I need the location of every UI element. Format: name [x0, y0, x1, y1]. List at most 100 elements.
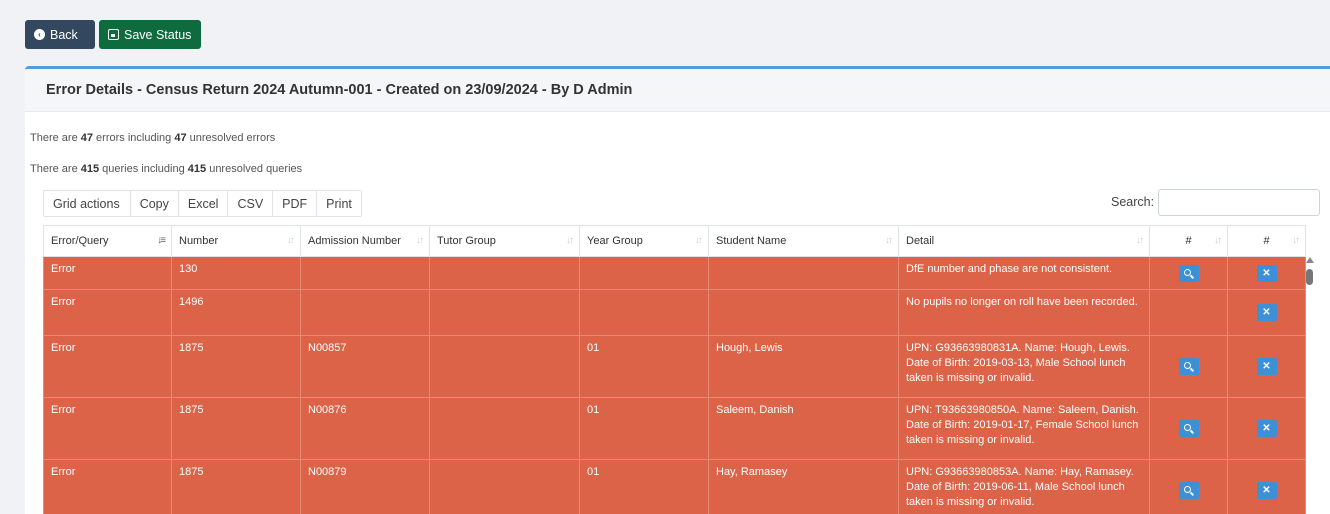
cell-admission [300, 256, 430, 290]
toolbar: ‹ Back Save Status [25, 20, 201, 49]
copy-button[interactable]: Copy [130, 191, 179, 216]
search-label: Search: [1111, 195, 1155, 209]
errors-unresolved-count: 47 [174, 132, 187, 144]
cell-admission [300, 289, 430, 336]
col-label: Student Name [716, 235, 787, 247]
sort-icon: ↓↑ [1136, 235, 1144, 246]
cell-admission: N00857 [300, 335, 430, 398]
search-icon [1184, 424, 1191, 431]
cell-year [579, 289, 709, 336]
col-student-name[interactable]: Student Name ↓↑ [708, 225, 899, 257]
print-button[interactable]: Print [317, 191, 361, 216]
cell-year: 01 [579, 335, 709, 398]
col-label: Admission Number [308, 235, 401, 247]
cell-detail: DfE number and phase are not consistent. [898, 256, 1150, 290]
close-icon: ✕ [1262, 485, 1271, 496]
col-view[interactable]: # ↓↑ [1149, 225, 1228, 257]
view-button[interactable] [1178, 264, 1199, 282]
view-button[interactable] [1178, 420, 1199, 437]
close-icon: ✕ [1262, 423, 1271, 434]
cell-admission: N00876 [300, 397, 430, 460]
chevron-left-icon: ‹ [34, 29, 45, 40]
col-tutor-group[interactable]: Tutor Group ↓↑ [429, 225, 580, 257]
search-icon [1184, 268, 1191, 276]
close-button[interactable]: ✕ [1256, 304, 1277, 321]
save-label: Save Status [124, 27, 192, 42]
table-row: Error 1875 N00879 01 Hay, Ramasey UPN: G… [43, 459, 1306, 514]
excel-button[interactable]: Excel [178, 191, 229, 216]
cell-name [708, 256, 899, 290]
queries-count: 415 [80, 163, 100, 175]
search-icon [1184, 486, 1191, 493]
col-error-query[interactable]: Error/Query ↓≡ [43, 225, 172, 257]
cell-name: Hough, Lewis [708, 335, 899, 398]
col-detail[interactable]: Detail ↓↑ [898, 225, 1150, 257]
cell-type: Error [43, 397, 172, 460]
cell-admission: N00879 [300, 459, 430, 514]
csv-button[interactable]: CSV [228, 191, 274, 216]
cell-number: 1875 [171, 459, 301, 514]
grid-actions-label: Grid actions [44, 191, 131, 216]
errors-count: 47 [80, 132, 93, 144]
search-input[interactable] [1158, 189, 1320, 216]
table-row: Error 1875 N00876 01 Saleem, Danish UPN:… [43, 397, 1306, 460]
cell-view [1149, 397, 1228, 460]
table-header-row: Error/Query ↓≡ Number ↓↑ Admission Number ↓… [43, 225, 1306, 257]
cell-tutor [429, 459, 580, 514]
cell-tutor [429, 289, 580, 336]
table-row: Error 130 DfE number and phase are not c… [43, 256, 1306, 290]
col-number[interactable]: Number ↓↑ [171, 225, 301, 257]
cell-type: Error [43, 335, 172, 398]
col-year-group[interactable]: Year Group ↓↑ [579, 225, 709, 257]
sort-icon: ↓↑ [1292, 235, 1300, 246]
errors-summary-mid: errors including [93, 132, 175, 144]
cell-name: Hay, Ramasey [708, 459, 899, 514]
close-button[interactable]: ✕ [1256, 264, 1277, 282]
cell-tutor [429, 335, 580, 398]
sort-icon: ↓↑ [566, 235, 574, 246]
sort-icon: ↓↑ [1214, 235, 1222, 246]
cell-type: Error [43, 256, 172, 290]
close-button[interactable]: ✕ [1256, 420, 1277, 437]
cell-view [1149, 256, 1228, 290]
cell-view [1149, 289, 1228, 336]
view-button[interactable] [1178, 358, 1199, 375]
cell-year: 01 [579, 397, 709, 460]
vertical-scrollbar[interactable] [1305, 257, 1315, 514]
cell-view [1149, 459, 1228, 514]
cell-resolve: ✕ [1227, 459, 1306, 514]
error-details-card: Error Details - Census Return 2024 Autum… [25, 66, 1330, 514]
col-label: Year Group [587, 235, 643, 247]
cell-year [579, 256, 709, 290]
search-icon [1184, 362, 1191, 369]
pdf-button[interactable]: PDF [273, 191, 318, 216]
queries-summary-post: unresolved queries [206, 163, 303, 175]
cell-tutor [429, 256, 580, 290]
view-button[interactable] [1178, 482, 1199, 499]
sort-icon: ↓↑ [695, 235, 703, 246]
cell-number: 1875 [171, 397, 301, 460]
cell-detail: UPN: G93663980831A. Name: Hough, Lewis. … [898, 335, 1150, 398]
col-resolve[interactable]: # ↓↑ [1227, 225, 1306, 257]
close-button[interactable]: ✕ [1256, 482, 1277, 499]
cell-resolve: ✕ [1227, 256, 1306, 290]
cell-resolve: ✕ [1227, 335, 1306, 398]
scrollbar-thumb[interactable] [1306, 269, 1313, 285]
save-status-button[interactable]: Save Status [99, 20, 201, 49]
col-label: # [1185, 235, 1192, 247]
back-label: Back [50, 27, 78, 42]
cell-tutor [429, 397, 580, 460]
col-admission-number[interactable]: Admission Number ↓↑ [300, 225, 430, 257]
cell-detail: No pupils no longer on roll have been re… [898, 289, 1150, 336]
save-icon [108, 29, 119, 40]
close-icon: ✕ [1262, 361, 1271, 372]
error-table: Error/Query ↓≡ Number ↓↑ Admission Number ↓… [43, 225, 1306, 514]
queries-summary-mid: queries including [99, 163, 188, 175]
scroll-up-arrow-icon[interactable] [1306, 257, 1314, 263]
close-button[interactable]: ✕ [1256, 358, 1277, 375]
back-button[interactable]: ‹ Back [25, 20, 95, 49]
cell-number: 1875 [171, 335, 301, 398]
cell-resolve: ✕ [1227, 397, 1306, 460]
cell-detail: UPN: G93663980853A. Name: Hay, Ramasey. … [898, 459, 1150, 514]
cell-number: 1496 [171, 289, 301, 336]
